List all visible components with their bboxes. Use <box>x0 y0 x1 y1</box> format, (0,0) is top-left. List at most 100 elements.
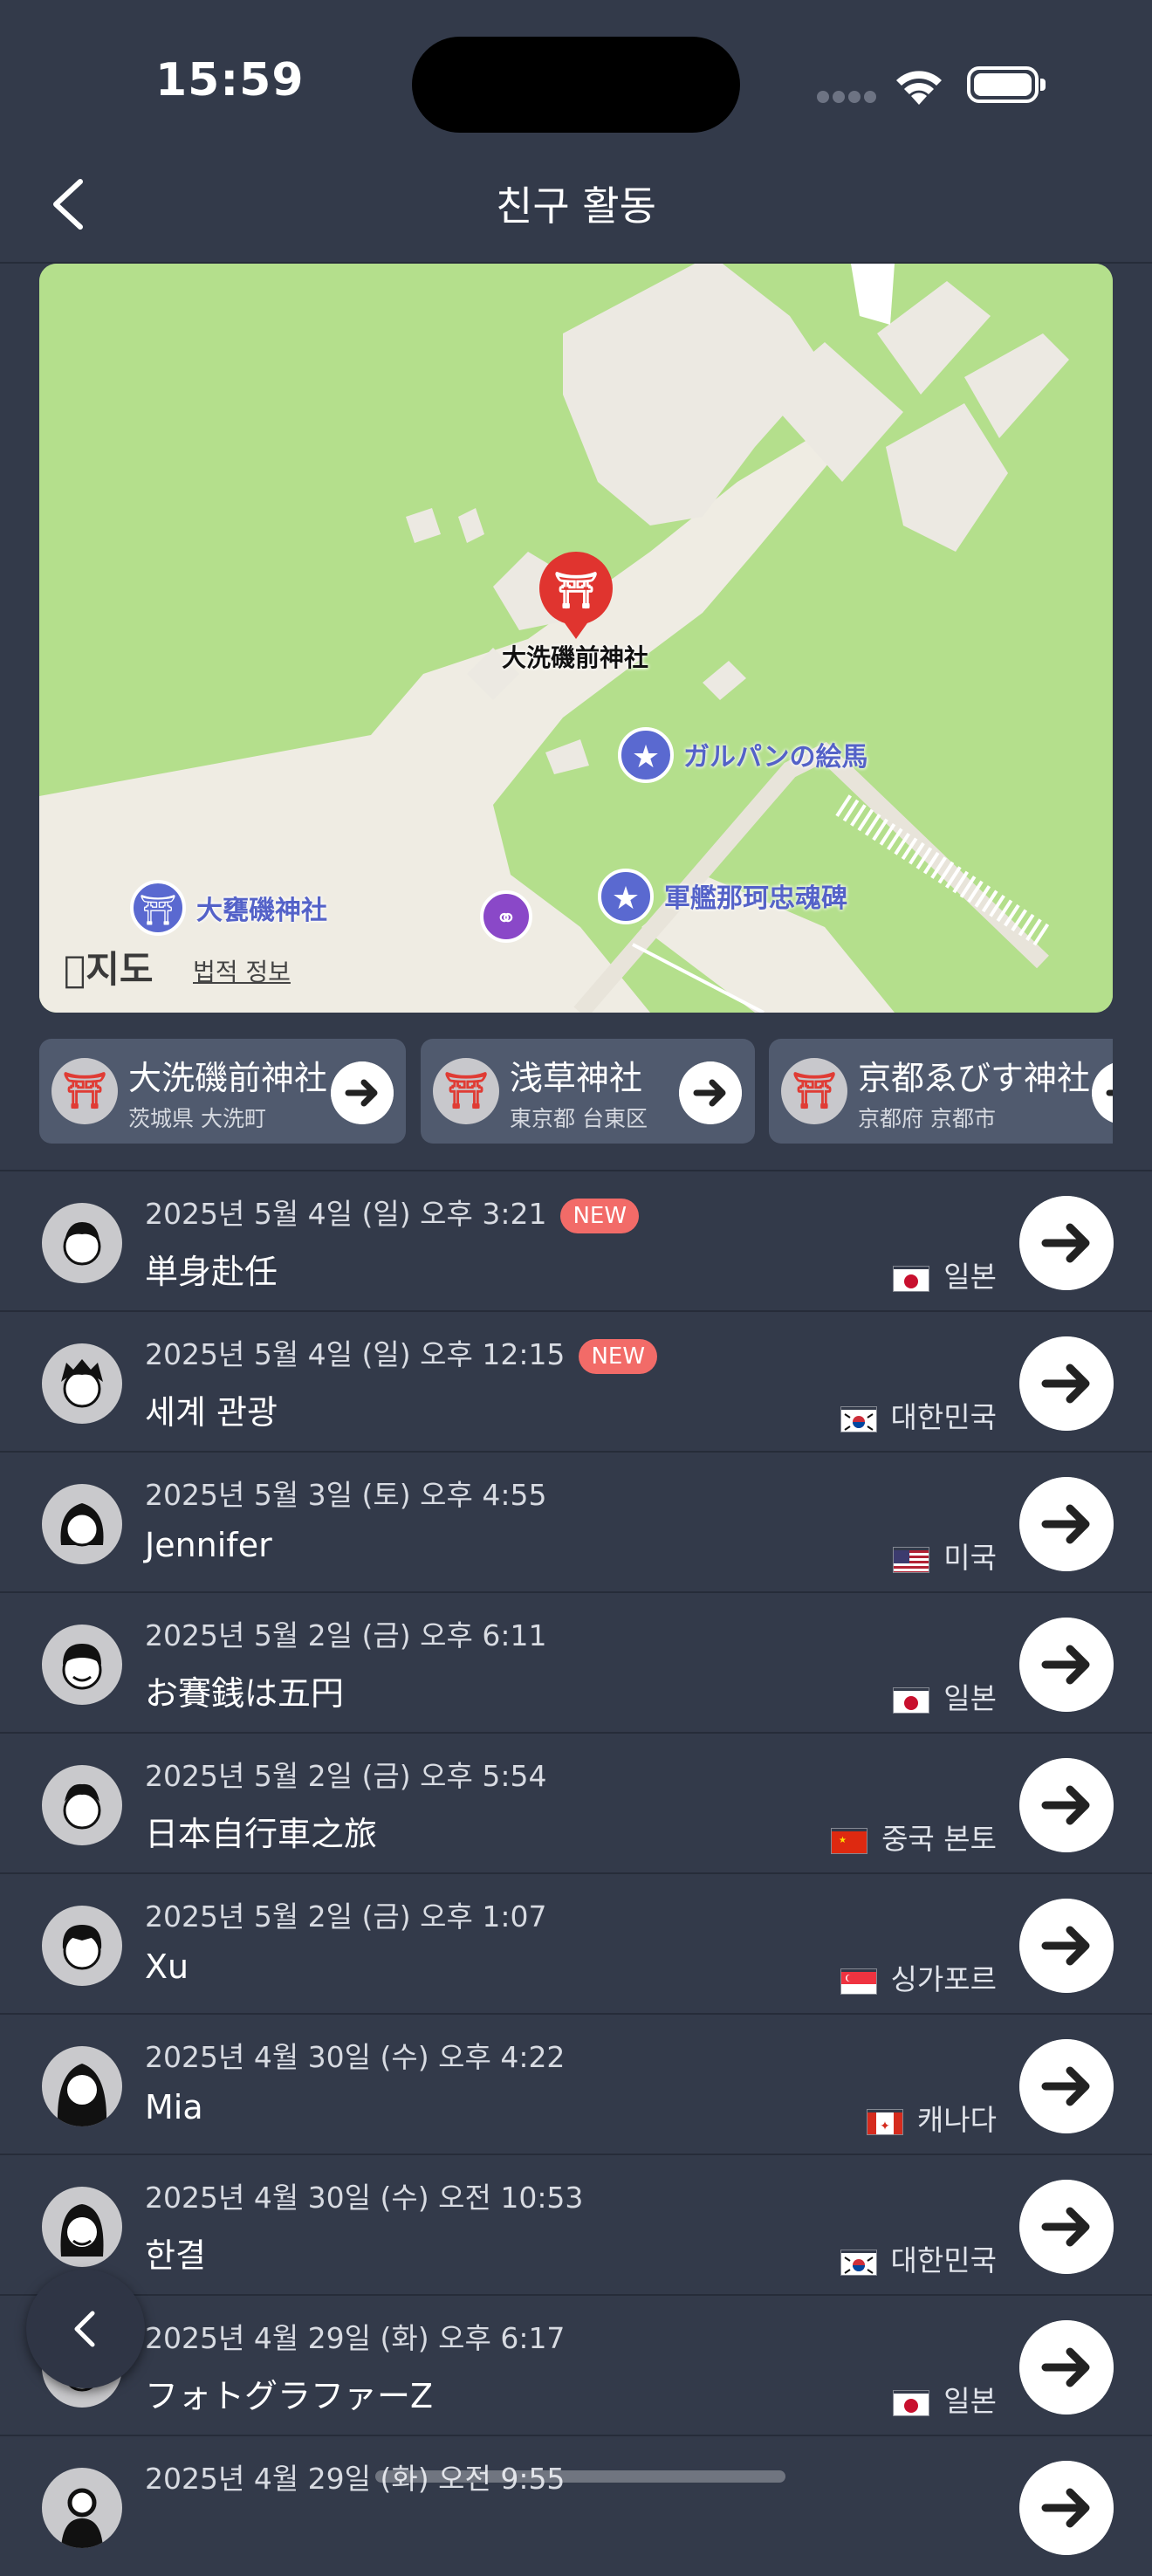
activity-row[interactable]: 2025년 4월 30일 (수) 오전 10:53 한결 대한민국 <box>0 2154 1152 2295</box>
activity-row[interactable]: 2025년 5월 2일 (금) 오후 5:54 日本自行車之旅 ★ 중국 본토 <box>0 1732 1152 1873</box>
open-activity-button[interactable] <box>1019 1336 1114 1431</box>
activity-date: 2025년 5월 2일 (금) 오후 1:07 <box>145 1899 547 1934</box>
kr-flag-icon <box>840 1405 877 1432</box>
activity-country: 일본 <box>893 1254 997 1295</box>
cellular-signal-icon <box>817 91 878 103</box>
torii-icon: ⛩ <box>433 1058 499 1124</box>
legal-link[interactable]: 법적 정보 <box>193 953 291 988</box>
avatar[interactable] <box>42 1765 122 1845</box>
arrow-right-icon[interactable] <box>331 1061 394 1124</box>
chevron-left-icon <box>74 2311 95 2347</box>
activity-user-name: 세계 관광 <box>145 1393 278 1432</box>
avatar[interactable] <box>42 2046 122 2126</box>
new-badge: NEW <box>560 1198 640 1233</box>
shrine-location: 京都府 京都市 <box>858 1106 996 1131</box>
activity-country: 일본 <box>893 1675 997 1717</box>
activity-date: 2025년 5월 3일 (토) 오후 4:55 <box>145 1478 547 1512</box>
activity-country: 대한민국 <box>840 2237 997 2279</box>
svg-text:★: ★ <box>839 1836 847 1845</box>
open-activity-button[interactable] <box>1019 2461 1114 2555</box>
activity-row[interactable]: 2025년 4월 29일 (화) 오전 9:55 <box>0 2435 1152 2576</box>
shrine-carousel[interactable]: ⛩ 大洗磯前神社 茨城県 大洗町 ⛩ 浅草神社 東京都 台東区 ⛩ 京都ゑびす神… <box>39 1039 1113 1144</box>
svg-text:✦: ✦ <box>880 2119 890 2133</box>
activity-date: 2025년 5월 4일 (일) 오후 12:15 NEW <box>145 1331 658 1374</box>
activity-date: 2025년 5월 4일 (일) 오후 3:21 NEW <box>145 1191 640 1233</box>
svg-text:⚭: ⚭ <box>495 903 517 934</box>
status-bar: 15:59 <box>0 0 1152 157</box>
activity-row[interactable]: 2025년 5월 2일 (금) 오후 1:07 Xu 싱가포르 <box>0 1872 1152 2014</box>
shrine-chip[interactable]: ⛩ 京都ゑびす神社 京都府 京都市 <box>769 1039 1113 1144</box>
wifi-icon <box>896 71 942 105</box>
activity-country: 미국 <box>893 1535 997 1577</box>
floating-back-button[interactable] <box>26 2270 145 2388</box>
activity-user-name: お賽銭は五円 <box>145 1674 345 1713</box>
activity-user-name: Jennifer <box>145 1526 272 1564</box>
nav-bar: 친구 활동 <box>0 157 1152 264</box>
dynamic-island <box>412 37 740 133</box>
torii-icon: ⛩ <box>781 1058 847 1124</box>
map-poi-label[interactable]: 軍艦那珂忠魂碑 <box>664 876 847 915</box>
battery-icon <box>967 66 1046 103</box>
kr-flag-icon <box>840 2249 877 2276</box>
open-activity-button[interactable] <box>1019 1758 1114 1852</box>
maps-logo: 지도 <box>64 948 154 991</box>
avatar[interactable] <box>42 2187 122 2267</box>
jp-flag-icon <box>893 1686 930 1714</box>
jp-flag-icon <box>893 2389 930 2416</box>
arrow-right-icon[interactable] <box>1092 1061 1113 1124</box>
open-activity-button[interactable] <box>1019 1618 1114 1712</box>
open-activity-button[interactable] <box>1019 1899 1114 1993</box>
map-view[interactable]: ⛩ ★ ★ ⛩ ⚭ 大洗磯前神社 ガルパンの絵馬 軍艦那珂忠魂碑 大甕磯神社 … <box>39 264 1113 1013</box>
activity-row[interactable]: 2025년 5월 4일 (일) 오후 3:21 NEW 単身赴任 일본 <box>0 1170 1152 1311</box>
avatar[interactable] <box>42 1625 122 1705</box>
avatar[interactable] <box>42 1906 122 1986</box>
open-activity-button[interactable] <box>1019 1477 1114 1571</box>
activity-country: 일본 <box>893 2378 997 2420</box>
activity-country: 대한민국 <box>840 1394 997 1436</box>
activity-date: 2025년 5월 2일 (금) 오후 5:54 <box>145 1759 547 1793</box>
new-badge: NEW <box>579 1338 658 1374</box>
activity-row[interactable]: 2025년 5월 2일 (금) 오후 6:11 お賽銭は五円 일본 <box>0 1591 1152 1733</box>
page-title: 친구 활동 <box>496 182 656 230</box>
map-poi-label[interactable]: ガルパンの絵馬 <box>683 735 868 773</box>
home-indicator <box>375 2470 785 2483</box>
open-activity-button[interactable] <box>1019 2320 1114 2415</box>
avatar[interactable] <box>42 1343 122 1424</box>
activity-row[interactable]: 2025년 5월 4일 (일) 오후 12:15 NEW 세계 관광 대한민국 <box>0 1310 1152 1452</box>
shrine-location: 東京都 台東区 <box>510 1106 648 1131</box>
shrine-chip[interactable]: ⛩ 浅草神社 東京都 台東区 <box>421 1039 755 1144</box>
avatar[interactable] <box>42 2468 122 2548</box>
activity-user-name: Xu <box>145 1947 189 1986</box>
activity-row[interactable]: 2025년 5월 3일 (토) 오후 4:55 Jennifer 미국 <box>0 1451 1152 1592</box>
activity-country: ✦ 캐나다 <box>866 2097 997 2139</box>
activity-date: 2025년 4월 29일 (화) 오후 6:17 <box>145 2321 566 2355</box>
sg-flag-icon <box>840 1968 877 1995</box>
us-flag-icon <box>893 1546 930 1573</box>
avatar[interactable] <box>42 1484 122 1564</box>
activity-date: 2025년 4월 30일 (수) 오전 10:53 <box>145 2181 584 2215</box>
shrine-chip[interactable]: ⛩ 大洗磯前神社 茨城県 大洗町 <box>39 1039 406 1144</box>
activity-date: 2025년 5월 2일 (금) 오후 6:11 <box>145 1618 547 1652</box>
torii-icon: ⛩ <box>51 1058 118 1124</box>
map-pin-label[interactable]: 大洗磯前神社 <box>502 639 648 674</box>
activity-row[interactable]: 2025년 4월 29일 (화) 오후 6:17 フォトグラファーZ 일본 <box>0 2294 1152 2435</box>
map-poi-label[interactable]: 大甕磯神社 <box>196 889 327 927</box>
activity-country: 싱가포르 <box>840 1956 997 1998</box>
avatar[interactable] <box>42 1203 122 1283</box>
arrow-right-icon[interactable] <box>679 1061 742 1124</box>
status-time: 15:59 <box>155 54 305 106</box>
open-activity-button[interactable] <box>1019 2039 1114 2133</box>
open-activity-button[interactable] <box>1019 2180 1114 2274</box>
ca-flag-icon: ✦ <box>866 2108 903 2135</box>
shrine-name: 浅草神社 <box>510 1059 643 1097</box>
svg-text:★: ★ <box>632 739 660 775</box>
activity-user-name: フォトグラファーZ <box>145 2377 434 2415</box>
open-activity-button[interactable] <box>1019 1196 1114 1290</box>
jp-flag-icon <box>893 1265 930 1292</box>
shrine-name: 大洗磯前神社 <box>128 1059 328 1097</box>
cn-flag-icon: ★ <box>831 1827 868 1854</box>
svg-text:⛩: ⛩ <box>554 571 599 611</box>
activity-user-name: 日本自行車之旅 <box>145 1815 378 1853</box>
activity-row[interactable]: 2025년 4월 30일 (수) 오후 4:22 Mia ✦ 캐나다 <box>0 2013 1152 2154</box>
activity-user-name: 한결 <box>145 2236 206 2275</box>
